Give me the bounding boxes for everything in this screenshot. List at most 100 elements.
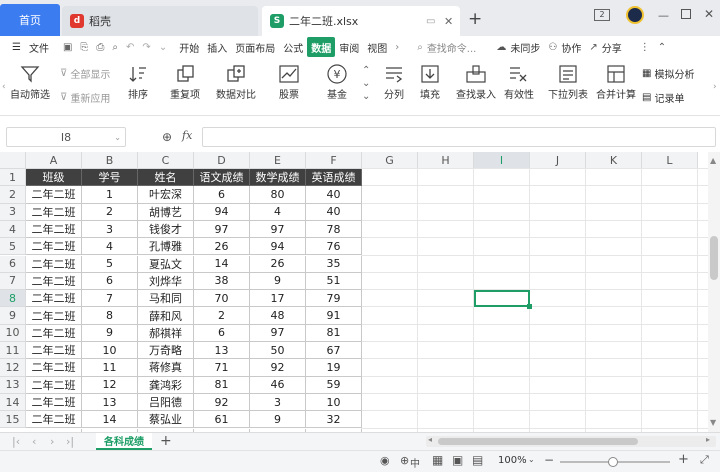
table-cell[interactable]: 92 xyxy=(250,359,306,377)
row-header[interactable]: 13 xyxy=(0,376,26,394)
reapply-button[interactable]: ⊽ 重新应用 xyxy=(60,90,110,105)
table-header-cell[interactable]: 英语成绩 xyxy=(306,169,362,187)
selected-cell-i8[interactable] xyxy=(474,290,530,308)
table-cell[interactable]: 二年二班 xyxy=(26,307,82,325)
column-header[interactable]: J xyxy=(530,152,586,169)
column-header[interactable]: E xyxy=(250,152,306,169)
spreadsheet-grid[interactable]: A B C D E F G H I J K L 1 2 3 4 5 6 7 8 9 10 11 12 13 14 15 班级 学号 姓名语… xyxy=(0,152,708,432)
window-count-badge[interactable]: 2 xyxy=(594,9,610,21)
name-box[interactable]: I8 ⌄ xyxy=(6,127,126,147)
gallery-down-icon[interactable]: ⌄ xyxy=(362,77,370,90)
table-cell[interactable]: 61 xyxy=(194,411,250,429)
new-tab-icon[interactable]: + xyxy=(468,9,482,29)
row-header[interactable]: 9 xyxy=(0,307,26,325)
table-cell[interactable]: 40 xyxy=(306,203,362,221)
table-cell[interactable]: 4 xyxy=(82,238,138,256)
column-header[interactable]: C xyxy=(138,152,194,169)
table-cell[interactable]: 12 xyxy=(82,376,138,394)
table-cell[interactable]: 26 xyxy=(250,255,306,273)
table-cell[interactable]: 孔博雅 xyxy=(138,238,194,256)
table-header-cell[interactable]: 语文成绩 xyxy=(194,169,250,187)
table-cell[interactable]: 97 xyxy=(194,220,250,239)
menu-layout[interactable]: 页面布局 xyxy=(231,37,279,57)
redo-icon[interactable]: ↷ xyxy=(138,37,154,57)
table-cell[interactable]: 59 xyxy=(306,376,362,394)
column-header[interactable]: L xyxy=(642,152,698,169)
table-cell[interactable]: 二年二班 xyxy=(26,255,82,273)
table-cell[interactable]: 76 xyxy=(306,238,362,256)
table-cell[interactable]: 二年二班 xyxy=(26,238,82,256)
normal-view-icon[interactable]: ▦ xyxy=(432,453,443,467)
table-cell[interactable]: 叶宏深 xyxy=(138,186,194,204)
table-cell[interactable]: 1 xyxy=(82,186,138,204)
more-menu-icon[interactable]: ⋮ xyxy=(636,37,654,57)
row-header[interactable]: 3 xyxy=(0,203,26,221)
column-header[interactable]: G xyxy=(362,152,418,169)
file-menu[interactable]: 文件 xyxy=(25,37,53,57)
scroll-right-icon[interactable]: ▸ xyxy=(706,435,710,444)
table-cell[interactable]: 二年二班 xyxy=(26,393,82,412)
table-cell[interactable]: 35 xyxy=(306,255,362,273)
table-header-cell[interactable]: 学号 xyxy=(82,169,138,187)
table-cell[interactable]: 9 xyxy=(250,272,306,291)
input-method-icon[interactable]: ⊕ xyxy=(400,454,409,467)
ribbon-scroll-left-icon[interactable]: ‹ xyxy=(2,82,6,92)
table-cell[interactable]: 50 xyxy=(250,342,306,360)
table-cell[interactable]: 9 xyxy=(250,411,306,429)
table-cell[interactable]: 81 xyxy=(306,324,362,342)
collapse-ribbon-icon[interactable]: ⌃ xyxy=(654,37,670,57)
table-cell[interactable]: 94 xyxy=(250,238,306,256)
tab-home[interactable]: 首页 xyxy=(0,4,60,36)
menu-start[interactable]: 开始 xyxy=(175,37,203,57)
sheet-tab-scores[interactable]: 各科成绩 xyxy=(96,433,152,450)
table-cell[interactable]: 78 xyxy=(306,220,362,239)
auto-filter-button[interactable]: 自动筛选 xyxy=(10,62,50,101)
table-cell[interactable]: 67 xyxy=(306,342,362,360)
table-cell[interactable]: 万奇略 xyxy=(138,342,194,360)
table-cell[interactable]: 71 xyxy=(194,359,250,377)
table-cell[interactable]: 吕阳德 xyxy=(138,393,194,412)
page-layout-view-icon[interactable]: ▣ xyxy=(452,453,463,467)
row-header[interactable]: 8 xyxy=(0,290,26,308)
more-dropdown-icon[interactable]: ⌄ xyxy=(155,37,171,57)
table-cell[interactable]: 17 xyxy=(250,290,306,308)
tab-docer[interactable]: d 稻壳 xyxy=(62,6,258,36)
fill-button[interactable]: 填充 xyxy=(420,62,440,101)
table-cell[interactable]: 97 xyxy=(250,324,306,342)
vertical-scrollbar[interactable]: ▲ ▼ xyxy=(708,152,720,432)
column-header[interactable]: K xyxy=(586,152,642,169)
table-cell[interactable]: 79 xyxy=(306,290,362,308)
table-cell[interactable]: 马和同 xyxy=(138,290,194,308)
table-cell[interactable]: 51 xyxy=(306,272,362,291)
lookup-entry-button[interactable]: 查找录入 xyxy=(456,62,496,101)
table-cell[interactable]: 3 xyxy=(82,220,138,239)
menu-view[interactable]: 视图 xyxy=(363,37,391,57)
zoom-formula-icon[interactable]: ⊕ xyxy=(162,130,172,144)
select-all-corner[interactable] xyxy=(0,152,26,169)
record-form-button[interactable]: ▤ 记录单 xyxy=(642,90,684,105)
table-cell[interactable]: 4 xyxy=(250,203,306,221)
row-header[interactable]: 15 xyxy=(0,411,26,429)
table-cell[interactable]: 二年二班 xyxy=(26,342,82,360)
share-button[interactable]: 分享 xyxy=(602,37,626,57)
menu-scroll-right-icon[interactable]: › xyxy=(391,37,403,57)
zoom-level[interactable]: 100% xyxy=(498,455,527,466)
table-cell[interactable]: 11 xyxy=(82,359,138,377)
row-header[interactable]: 4 xyxy=(0,220,26,239)
table-cell[interactable]: 二年二班 xyxy=(26,220,82,239)
table-cell[interactable]: 2 xyxy=(194,307,250,325)
row-header[interactable]: 1 xyxy=(0,169,26,187)
pin-icon[interactable]: ▭ xyxy=(426,16,435,27)
close-tab-icon[interactable]: ✕ xyxy=(444,15,453,28)
table-cell[interactable]: 40 xyxy=(306,186,362,204)
table-cell[interactable]: 二年二班 xyxy=(26,376,82,394)
scroll-up-icon[interactable]: ▲ xyxy=(710,156,716,165)
ribbon-scroll-right-icon[interactable]: › xyxy=(713,82,717,92)
table-cell[interactable]: 91 xyxy=(306,307,362,325)
tab-file[interactable]: S 二年二班.xlsx ▭ ✕ xyxy=(262,6,460,36)
scroll-down-icon[interactable]: ▼ xyxy=(710,418,716,427)
column-header[interactable]: F xyxy=(306,152,362,169)
command-search[interactable]: 查找命令... xyxy=(427,37,481,57)
fullscreen-icon[interactable]: ⤢ xyxy=(700,453,709,467)
column-header[interactable]: I xyxy=(474,152,530,169)
